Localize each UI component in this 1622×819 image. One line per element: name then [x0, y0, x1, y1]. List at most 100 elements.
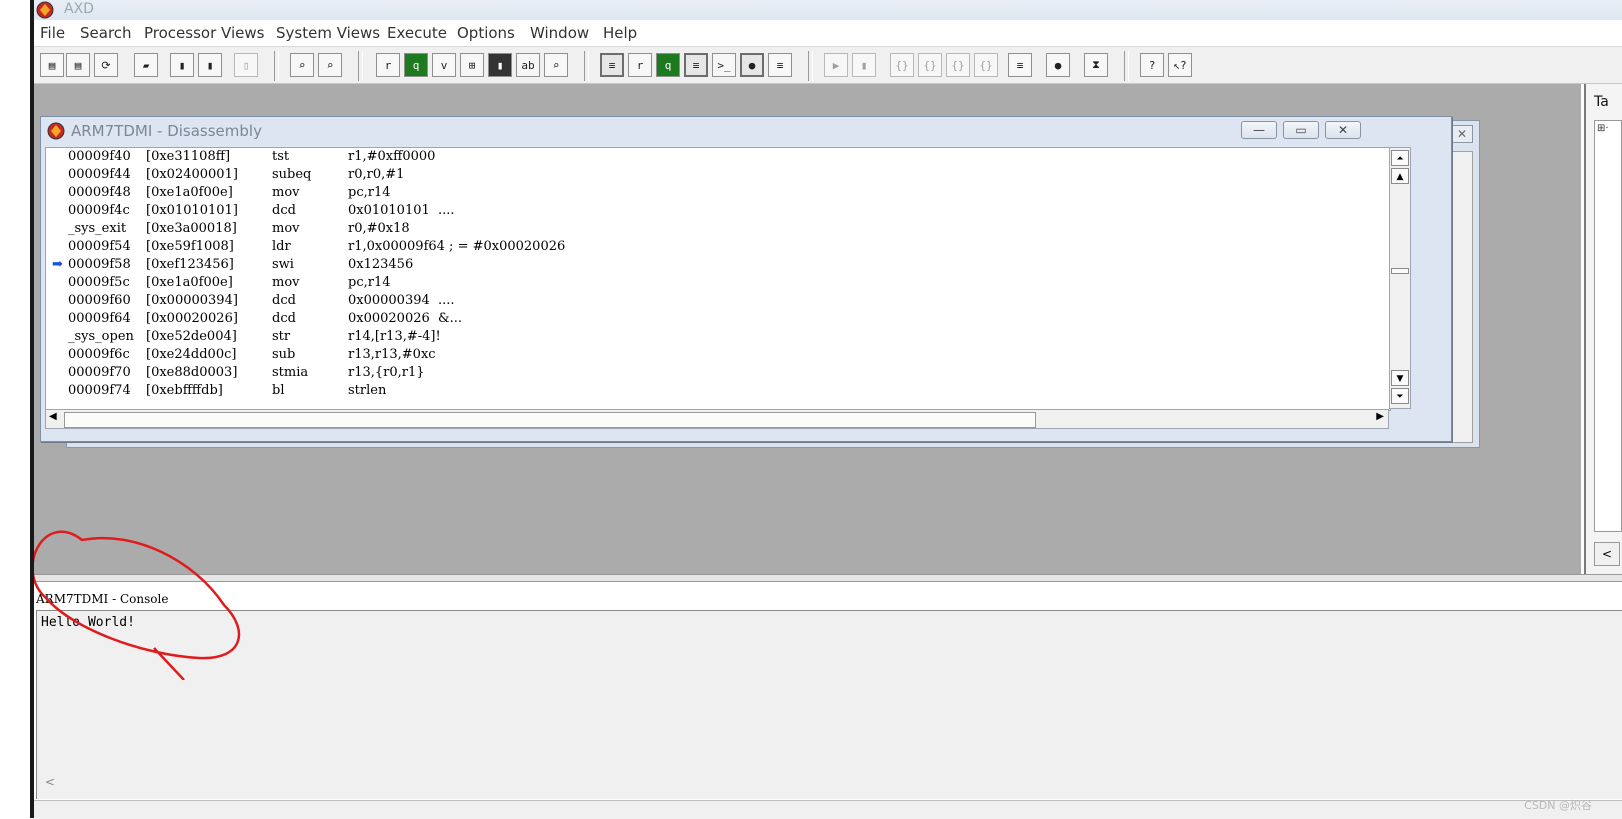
menu-options[interactable]: Options: [457, 23, 515, 43]
row-opcode: [0xe88d0003]: [146, 365, 238, 380]
hourglass-icon[interactable]: ⧗: [1084, 53, 1108, 77]
row-address: 00009f60: [68, 293, 131, 308]
load-image-icon[interactable]: ▤: [40, 53, 64, 77]
reload-image-icon[interactable]: ▤: [66, 53, 90, 77]
row-opcode: [0x01010101]: [146, 203, 238, 218]
scroll-thumb[interactable]: [64, 412, 1036, 428]
restart-icon[interactable]: ⟳: [94, 53, 118, 77]
toggle-breakpoint-icon[interactable]: ●: [1046, 53, 1070, 77]
breakpoints-view-icon[interactable]: ●: [740, 53, 764, 77]
close-button[interactable]: ✕: [1325, 121, 1361, 139]
toolbar-separator: [358, 51, 363, 81]
toolbar-separator: [584, 51, 589, 81]
system-registers-icon[interactable]: r: [628, 53, 652, 77]
find-icon[interactable]: ⌕: [290, 53, 314, 77]
watchpoints-view-icon[interactable]: ≡: [768, 53, 792, 77]
current-line-arrow-icon: ➡: [52, 257, 63, 272]
step-icon[interactable]: {}: [918, 53, 942, 77]
disassembly-row[interactable]: 00009f74 [0xebffffdb] bl strlen: [46, 382, 1346, 400]
disassembly-row[interactable]: _sys_open [0xe52de004] str r14,[r13,#-4]!: [46, 328, 1346, 346]
row-opcode: [0x00000394]: [146, 293, 238, 308]
vertical-scrollbar[interactable]: [1451, 151, 1473, 443]
disassembly-row[interactable]: 00009f6c [0xe24dd00c] sub r13,r13,#0xc: [46, 346, 1346, 364]
toolbar-separator: [274, 51, 279, 81]
memory-view-icon[interactable]: ▮: [488, 53, 512, 77]
scroll-top-icon[interactable]: ⏶: [1391, 150, 1409, 166]
row-opcode: [0x00020026]: [146, 311, 238, 326]
axd-logo-icon: [47, 122, 65, 140]
disassembly-row[interactable]: 00009f54 [0xe59f1008] ldr r1,0x00009f64 ; =…: [46, 238, 1346, 256]
row-mnemonic: dcd: [272, 293, 296, 308]
step-out-icon[interactable]: {}: [946, 53, 970, 77]
watch-view-icon[interactable]: q: [404, 53, 428, 77]
row-opcode: [0xe3a00018]: [146, 221, 237, 236]
disassembly-row[interactable]: 00009f40 [0xe31108ff] tst r1,#0xff0000: [46, 148, 1346, 166]
row-mnemonic: ldr: [272, 239, 291, 254]
system-watch-icon[interactable]: q: [656, 53, 680, 77]
help-topics-icon[interactable]: ?: [1140, 53, 1164, 77]
disassembly-row[interactable]: 00009f44 [0x02400001] subeq r0,r0,#1: [46, 166, 1346, 184]
tree-expand-icon[interactable]: ⊞·: [1597, 123, 1609, 134]
system-memory-icon[interactable]: ≡: [684, 53, 708, 77]
low-level-symbols-icon[interactable]: ab: [516, 53, 540, 77]
pane-splitter[interactable]: [34, 574, 1622, 582]
disassembly-row[interactable]: 00009f5c [0xe1a0f00e] mov pc,r14: [46, 274, 1346, 292]
open-file-icon[interactable]: ▰: [134, 53, 158, 77]
scroll-right-icon[interactable]: ▶: [1376, 411, 1384, 422]
horizontal-scrollbar[interactable]: ◀ ▶: [45, 409, 1389, 429]
registers-view-icon[interactable]: r: [376, 53, 400, 77]
disassembly-row[interactable]: _sys_exit [0xe3a00018] mov r0,#0x18: [46, 220, 1346, 238]
toolbar: ▤ ▤ ⟳ ▰ ▮ ▮ ▯ ⌕ ⌕ r q v ⊞ ▮ ab ⌕ ≡ r q ≡…: [34, 47, 1622, 84]
close-icon[interactable]: ✕: [1451, 125, 1473, 143]
row-mnemonic: tst: [272, 149, 290, 164]
system-output-icon[interactable]: ≡: [600, 53, 624, 77]
menu-help[interactable]: Help: [603, 23, 637, 43]
disassembly-row[interactable]: 00009f58 [0xef123456] swi 0x123456 ➡: [46, 256, 1346, 274]
find-next-icon[interactable]: ⌕: [318, 53, 342, 77]
scroll-up-icon[interactable]: ▲: [1391, 168, 1409, 184]
scroll-left-icon[interactable]: <: [45, 775, 55, 789]
console-window[interactable]: Hello World! <: [36, 610, 1622, 799]
stop-icon[interactable]: ▮: [852, 53, 876, 77]
step-in-icon[interactable]: {}: [890, 53, 914, 77]
console-view-icon[interactable]: >_: [712, 53, 736, 77]
menu-search[interactable]: Search: [80, 23, 132, 43]
variables-view-icon[interactable]: v: [432, 53, 456, 77]
disassembly-row[interactable]: 00009f64 [0x00020026] dcd 0x00020026 &...: [46, 310, 1346, 328]
show-execution-context-icon[interactable]: ≡: [1008, 53, 1032, 77]
console-output: Hello World!: [41, 615, 135, 630]
run-to-cursor-icon[interactable]: {}: [974, 53, 998, 77]
row-mnemonic: swi: [272, 257, 294, 272]
console-title: ARM7TDMI - Console: [36, 592, 169, 606]
scroll-thumb[interactable]: [1391, 268, 1409, 274]
minimize-button[interactable]: —: [1241, 121, 1277, 139]
right-panel: Ta ⊞· <: [1584, 84, 1622, 574]
window-title: ARM7TDMI - Disassembly: [71, 122, 262, 140]
disassembly-row[interactable]: 00009f48 [0xe1a0f00e] mov pc,r14: [46, 184, 1346, 202]
go-icon[interactable]: ▶: [824, 53, 848, 77]
maximize-button[interactable]: ▭: [1283, 121, 1319, 139]
vertical-scrollbar[interactable]: ⏶ ▲ ▼ ⏷: [1389, 147, 1411, 409]
scroll-bottom-icon[interactable]: ⏷: [1391, 388, 1409, 404]
toolbar-separator: [808, 51, 813, 81]
disassembly-listing[interactable]: 00009f40 [0xe31108ff] tst r1,#0xff0000 00009…: [45, 147, 1391, 411]
download-icon[interactable]: ▮: [198, 53, 222, 77]
context-help-icon[interactable]: ↖?: [1168, 53, 1192, 77]
panel-tab[interactable]: Ta: [1594, 94, 1609, 110]
menu-processor-views[interactable]: Processor Views: [144, 23, 264, 43]
scroll-left-icon[interactable]: ◀: [49, 411, 57, 422]
upload-icon[interactable]: ▮: [170, 53, 194, 77]
row-operands: r13,r13,#0xc: [348, 347, 436, 362]
disassembly-row[interactable]: 00009f70 [0xe88d0003] stmia r13,{r0,r1}: [46, 364, 1346, 382]
backtrace-view-icon[interactable]: ⊞: [460, 53, 484, 77]
disassembly-row[interactable]: 00009f60 [0x00000394] dcd 0x00000394 ....: [46, 292, 1346, 310]
menu-execute[interactable]: Execute: [387, 23, 447, 43]
menu-system-views[interactable]: System Views: [276, 23, 380, 43]
disassembly-view-icon[interactable]: ⌕: [544, 53, 568, 77]
menu-window[interactable]: Window: [530, 23, 589, 43]
scroll-down-icon[interactable]: ▼: [1391, 370, 1409, 386]
tree-view[interactable]: ⊞·: [1594, 120, 1622, 532]
menu-file[interactable]: File: [40, 23, 65, 43]
disassembly-row[interactable]: 00009f4c [0x01010101] dcd 0x01010101 ....: [46, 202, 1346, 220]
scroll-left-icon[interactable]: <: [1594, 542, 1620, 566]
